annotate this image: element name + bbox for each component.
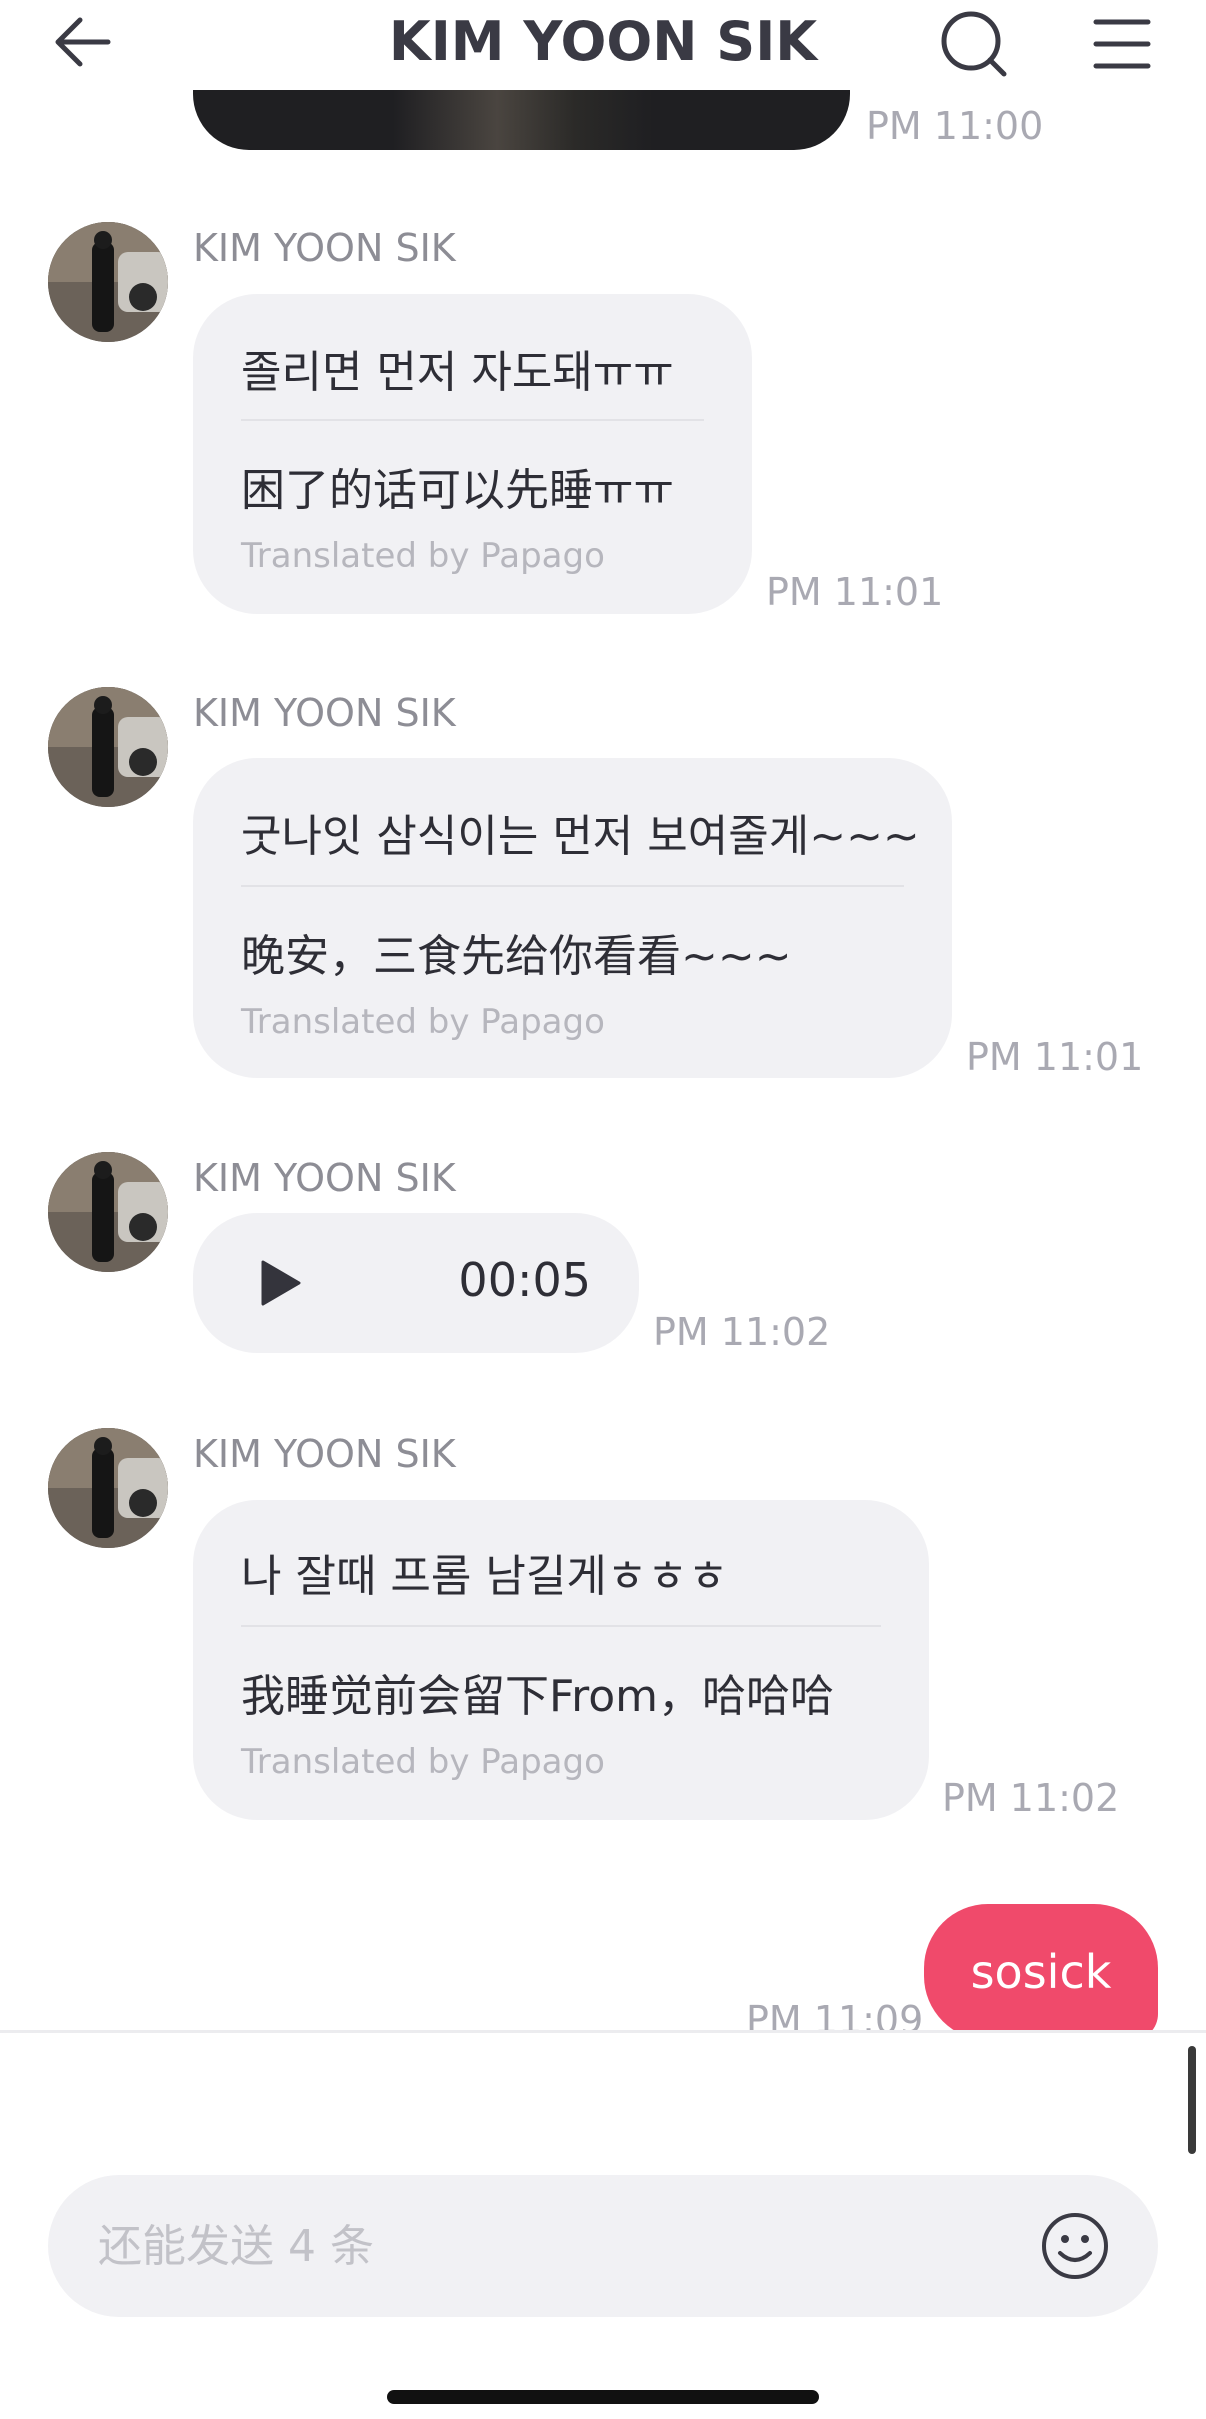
message-time: PM 11:02 — [653, 1310, 831, 1354]
message-bubble[interactable]: 졸리면 먼저 자도돼ㅠㅠ 困了的话可以先睡ㅠㅠ Translated by Pa… — [193, 294, 752, 614]
message-bubble[interactable]: 굿나잇 삼식이는 먼저 보여줄게~~~ 晚安，三食先给你看看~~~ Transl… — [193, 758, 952, 1078]
search-button[interactable] — [938, 8, 1010, 80]
translated-text: 困了的话可以先睡ㅠㅠ — [241, 465, 674, 516]
avatar-photo-icon — [48, 687, 168, 807]
sender-name: KIM YOON SIK — [193, 226, 456, 270]
message-composer[interactable] — [48, 2175, 1158, 2317]
original-text: 나 잘때 프롬 남길게ㅎㅎㅎ — [241, 1551, 729, 1602]
divider — [241, 885, 904, 887]
message-bubble[interactable]: 나 잘때 프롬 남길게ㅎㅎㅎ 我睡觉前会留下From，哈哈哈 Translate… — [193, 1500, 929, 1820]
translated-text: 我睡觉前会留下From，哈哈哈 — [241, 1671, 835, 1722]
play-icon — [261, 1260, 301, 1306]
avatar-photo-icon — [48, 222, 168, 342]
avatar[interactable] — [48, 687, 168, 807]
original-text: 굿나잇 삼식이는 먼저 보여줄게~~~ — [241, 811, 920, 862]
avatar-photo-icon — [48, 1152, 168, 1272]
message-time: PM 11:02 — [942, 1776, 1120, 1820]
smiley-icon — [1042, 2213, 1108, 2279]
translation-credit: Translated by Papago — [241, 1002, 605, 1042]
search-icon — [941, 11, 1007, 77]
menu-button[interactable] — [1092, 16, 1152, 72]
message-input[interactable] — [96, 2209, 1000, 2283]
sender-name: KIM YOON SIK — [193, 691, 456, 735]
translated-text: 晚安，三食先给你看看~~~ — [241, 931, 792, 982]
voice-message[interactable]: 00:05 — [193, 1213, 639, 1353]
menu-icon — [1093, 19, 1151, 69]
sender-name: KIM YOON SIK — [193, 1156, 456, 1200]
chat-title: KIM YOON SIK — [388, 10, 818, 73]
my-message-bubble[interactable]: sosick — [924, 1904, 1158, 2040]
divider — [241, 1625, 881, 1627]
emoji-button[interactable] — [1040, 2211, 1110, 2281]
scrollbar[interactable] — [1188, 2046, 1196, 2154]
message-time: PM 11:00 — [866, 104, 1044, 148]
play-button[interactable] — [255, 1258, 305, 1308]
avatar[interactable] — [48, 222, 168, 342]
home-indicator — [387, 2390, 819, 2404]
translation-credit: Translated by Papago — [241, 536, 605, 576]
original-text: 졸리면 먼저 자도돼ㅠㅠ — [241, 347, 674, 398]
message-time: PM 11:01 — [766, 570, 944, 614]
voice-duration: 00:05 — [458, 1253, 591, 1307]
sender-name: KIM YOON SIK — [193, 1432, 456, 1476]
chat-header: KIM YOON SIK — [0, 0, 1206, 90]
translation-credit: Translated by Papago — [241, 1742, 605, 1782]
divider — [241, 419, 704, 421]
message-time: PM 11:01 — [966, 1035, 1144, 1079]
avatar[interactable] — [48, 1152, 168, 1272]
avatar-photo-icon — [48, 1428, 168, 1548]
avatar[interactable] — [48, 1428, 168, 1548]
